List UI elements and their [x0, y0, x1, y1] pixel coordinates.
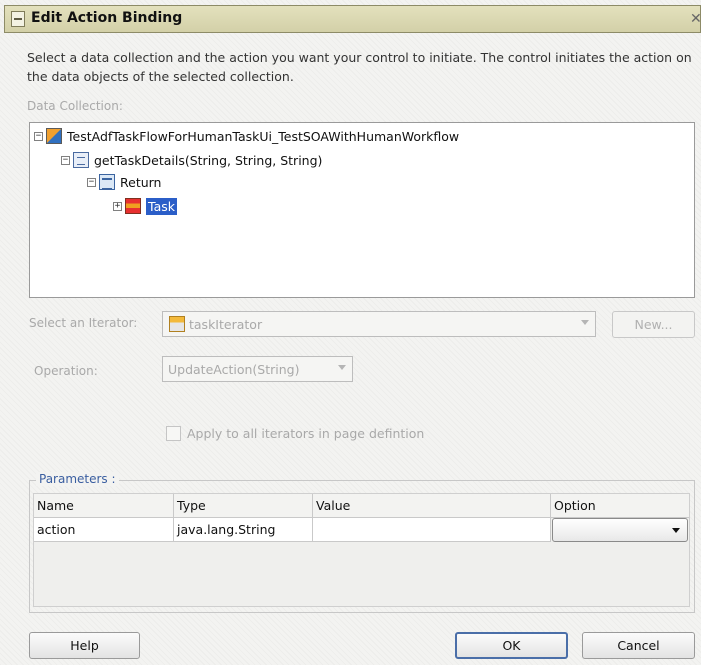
- chevron-down-icon: [581, 320, 589, 325]
- operation-label: Operation:: [34, 364, 98, 378]
- tree-node-method[interactable]: − getTaskDetails(String, String, String): [61, 150, 322, 170]
- cancel-button-label: Cancel: [617, 638, 660, 653]
- tree-node-label: getTaskDetails(String, String, String): [94, 152, 323, 168]
- column-header-type[interactable]: Type: [174, 494, 313, 518]
- collapse-icon[interactable]: −: [34, 131, 43, 141]
- column-header-name[interactable]: Name: [34, 494, 174, 518]
- column-header-option[interactable]: Option: [551, 494, 689, 518]
- iterator-select[interactable]: taskIterator: [162, 311, 596, 337]
- tree-node-label-selected: Task: [146, 197, 177, 215]
- param-value-cell[interactable]: [313, 518, 551, 542]
- parameters-table: Name Type Value Option action java.lang.…: [33, 493, 690, 607]
- iterator-label: Select an Iterator:: [29, 316, 138, 330]
- dialog-title-bar[interactable]: Edit Action Binding ✕: [4, 5, 701, 33]
- dialog-title: Edit Action Binding: [31, 10, 183, 26]
- collection-icon: [125, 198, 141, 214]
- parameters-legend: Parameters :: [36, 472, 119, 486]
- iterator-icon: [169, 316, 185, 332]
- cancel-button[interactable]: Cancel: [582, 632, 695, 659]
- iterator-value: taskIterator: [189, 316, 263, 332]
- collapse-icon[interactable]: −: [87, 177, 96, 187]
- tree-node-label: Return: [120, 174, 162, 190]
- expand-icon[interactable]: +: [113, 201, 122, 211]
- tree-node-return[interactable]: − Return: [87, 172, 161, 192]
- help-button[interactable]: Help: [29, 632, 140, 659]
- return-icon: [99, 174, 115, 190]
- data-control-icon: [46, 128, 62, 144]
- column-header-value[interactable]: Value: [313, 494, 551, 518]
- tree-node-task[interactable]: + Task: [113, 196, 177, 216]
- collapse-icon[interactable]: −: [61, 155, 70, 165]
- param-name-cell: action: [34, 518, 174, 542]
- table-header-row: Name Type Value Option: [34, 494, 689, 518]
- method-icon: [73, 152, 89, 168]
- dialog-description: Select a data collection and the action …: [27, 50, 692, 84]
- close-icon[interactable]: ✕: [690, 10, 701, 28]
- chevron-down-icon: [672, 528, 680, 533]
- apply-all-iterators-checkbox[interactable]: [166, 426, 181, 441]
- table-row[interactable]: action java.lang.String: [34, 518, 689, 542]
- parameters-group: Parameters : Name Type Value Option acti…: [29, 472, 695, 613]
- window-menu-icon[interactable]: [11, 11, 25, 27]
- param-option-select[interactable]: [552, 518, 688, 542]
- tree-node-label: TestAdfTaskFlowForHumanTaskUi_TestSOAWit…: [67, 128, 460, 144]
- operation-value: UpdateAction(String): [168, 361, 300, 377]
- new-iterator-button[interactable]: New...: [612, 311, 695, 338]
- operation-select[interactable]: UpdateAction(String): [162, 356, 353, 382]
- tree-node-data-control[interactable]: − TestAdfTaskFlowForHumanTaskUi_TestSOAW…: [34, 126, 459, 146]
- data-collection-tree[interactable]: − TestAdfTaskFlowForHumanTaskUi_TestSOAW…: [29, 122, 695, 298]
- data-collection-label: Data Collection:: [27, 99, 123, 113]
- ok-button[interactable]: OK: [455, 632, 568, 659]
- ok-button-label: OK: [502, 638, 521, 653]
- param-type-cell: java.lang.String: [174, 518, 313, 542]
- apply-all-iterators-label: Apply to all iterators in page defintion: [187, 426, 425, 441]
- help-button-label: Help: [70, 638, 99, 653]
- chevron-down-icon: [338, 365, 346, 370]
